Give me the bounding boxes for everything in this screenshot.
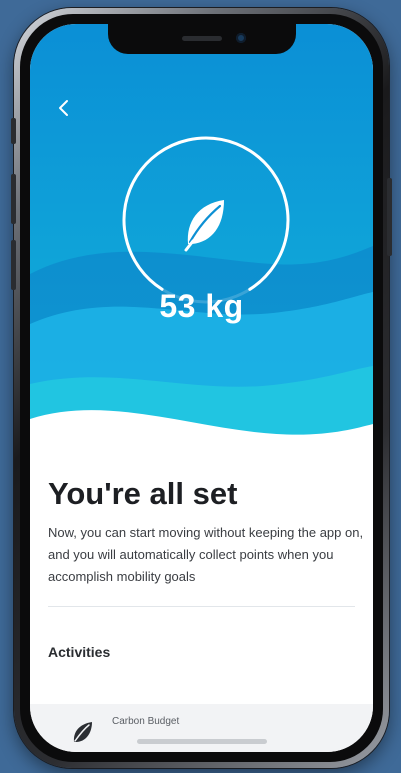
volume-down-button bbox=[11, 240, 16, 290]
page-description: Now, you can start moving without keepin… bbox=[48, 525, 364, 584]
co2-amount: 53 kg bbox=[159, 288, 244, 324]
list-item[interactable]: Carbon Budget bbox=[30, 704, 373, 752]
page-title: You're all set bbox=[48, 476, 238, 511]
activities-heading: Activities bbox=[48, 644, 111, 660]
volume-up-button bbox=[11, 174, 16, 224]
section-divider bbox=[48, 606, 355, 607]
app-screen: 53 kg You're all set Now, you can start … bbox=[30, 24, 373, 752]
back-button[interactable] bbox=[52, 96, 76, 120]
device-notch bbox=[107, 24, 296, 54]
speaker-grille bbox=[181, 36, 222, 41]
phone-bezel: 53 kg You're all set Now, you can start … bbox=[20, 14, 383, 762]
front-camera bbox=[235, 33, 246, 43]
leaf-icon bbox=[184, 200, 224, 252]
silent-switch bbox=[11, 118, 16, 144]
phone-frame: 53 kg You're all set Now, you can start … bbox=[11, 8, 392, 768]
chevron-left-icon bbox=[59, 100, 68, 116]
activity-name: Carbon Budget bbox=[112, 716, 180, 727]
power-button bbox=[387, 178, 392, 256]
home-indicator bbox=[136, 739, 267, 744]
leaf-icon bbox=[73, 722, 92, 742]
